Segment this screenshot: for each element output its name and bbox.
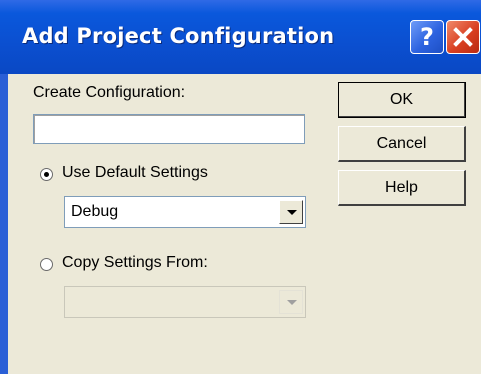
ok-button[interactable]: OK [338,82,466,118]
create-configuration-label: Create Configuration: [33,84,186,101]
copy-settings-dropdown-button [279,290,303,314]
close-icon [453,27,473,47]
cancel-button[interactable]: Cancel [338,126,466,162]
help-icon: ? [420,23,434,51]
copy-settings-from-label[interactable]: Copy Settings From: [62,254,208,272]
help-title-button[interactable]: ? [410,20,444,54]
window-title: Add Project Configuration [22,24,335,48]
use-default-settings-label[interactable]: Use Default Settings [62,164,208,182]
copy-settings-select [64,286,306,318]
close-button[interactable] [446,20,480,54]
dialog-window: Add Project Configuration ? Create Confi… [0,0,481,374]
chevron-down-icon [287,300,297,305]
copy-settings-from-radio[interactable] [40,258,53,271]
title-bar[interactable]: Add Project Configuration ? [0,0,481,74]
help-button[interactable]: Help [338,170,466,206]
chevron-down-icon [287,210,297,215]
default-settings-dropdown-button[interactable] [279,200,303,224]
use-default-settings-radio[interactable] [40,168,53,181]
default-settings-select[interactable]: Debug [64,196,306,228]
create-configuration-input[interactable] [33,114,305,144]
default-settings-value: Debug [71,203,119,220]
dialog-body: Create Configuration: Use Default Settin… [8,74,481,374]
